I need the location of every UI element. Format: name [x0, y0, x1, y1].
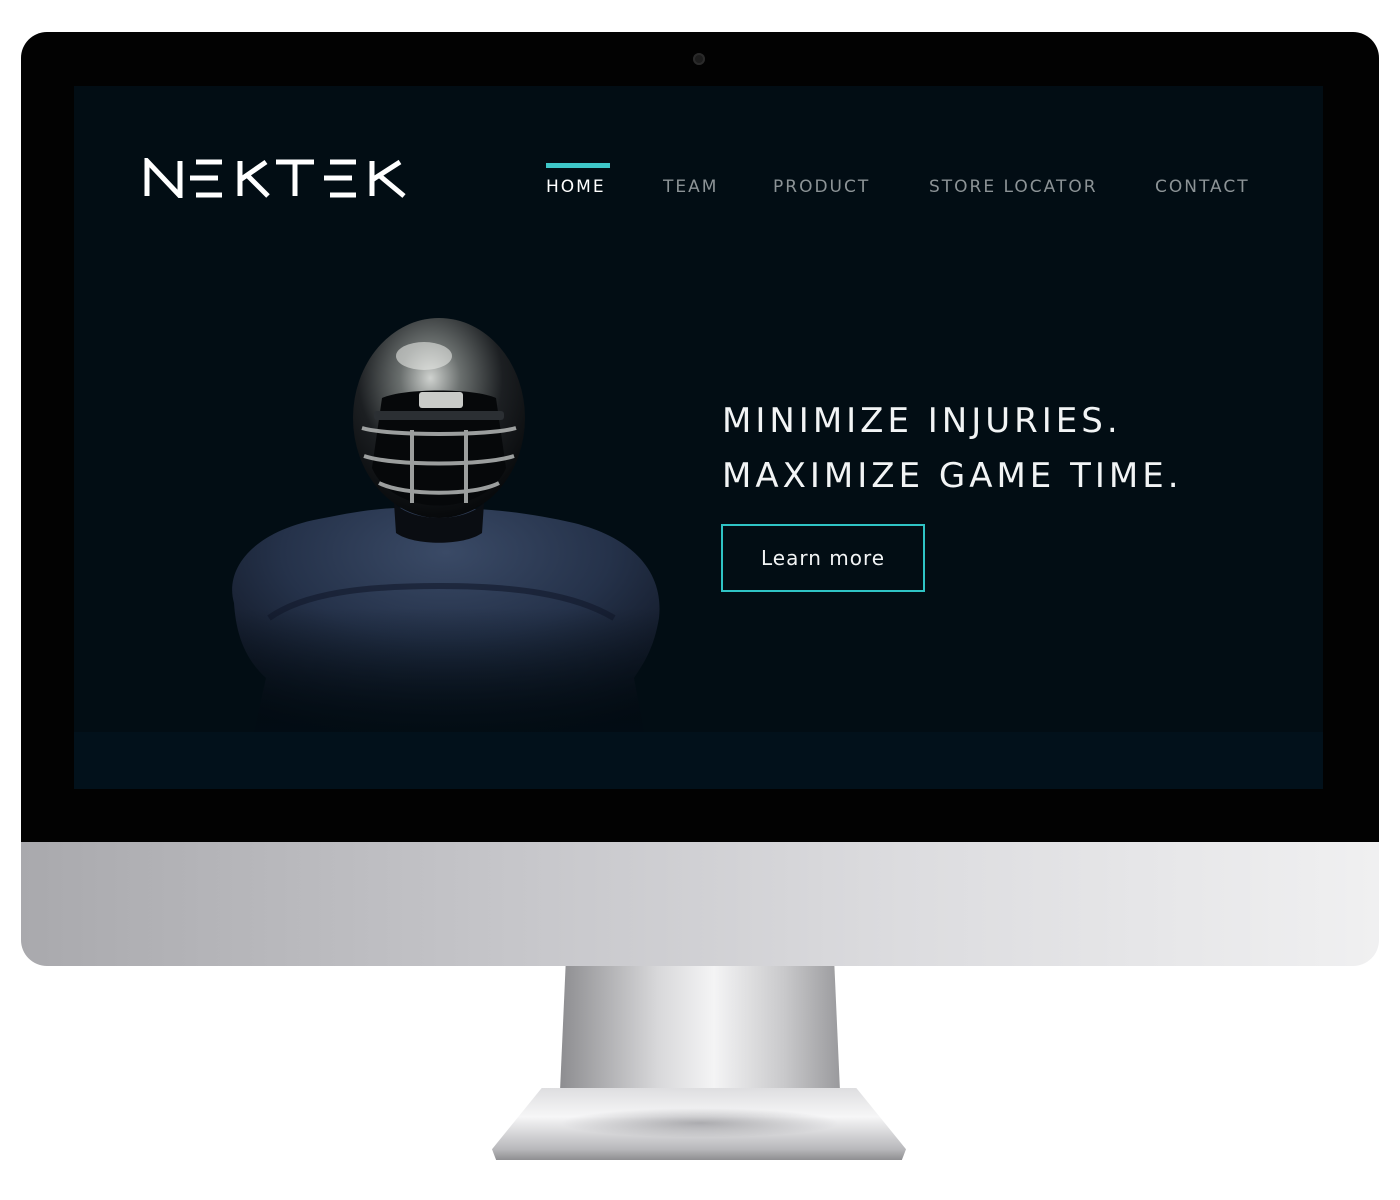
main-navigation: HOME TEAM PRODUCT STORE LOCATOR CONTACT — [74, 163, 1323, 203]
monitor-stand-neck — [560, 966, 840, 1091]
nav-item-product[interactable]: PRODUCT — [773, 177, 870, 197]
hero-headline: MINIMIZE INJURIES. MAXIMIZE GAME TIME. — [722, 394, 1282, 504]
football-player-image — [214, 318, 664, 732]
active-nav-indicator — [546, 163, 610, 168]
nav-item-team[interactable]: TEAM — [663, 177, 718, 197]
nav-item-contact[interactable]: CONTACT — [1155, 177, 1250, 197]
monitor-chin — [21, 842, 1379, 966]
learn-more-button[interactable]: Learn more — [721, 524, 925, 592]
stand-reflection — [560, 1108, 840, 1138]
webcam — [693, 53, 705, 65]
section-divider-band — [74, 732, 1323, 789]
website-screen: HOME TEAM PRODUCT STORE LOCATOR CONTACT — [74, 86, 1323, 789]
headline-line-2: MAXIMIZE GAME TIME. — [722, 456, 1183, 496]
headline-line-1: MINIMIZE INJURIES. — [722, 401, 1122, 441]
nav-item-store-locator[interactable]: STORE LOCATOR — [929, 177, 1098, 197]
nav-item-home[interactable]: HOME — [546, 177, 606, 197]
